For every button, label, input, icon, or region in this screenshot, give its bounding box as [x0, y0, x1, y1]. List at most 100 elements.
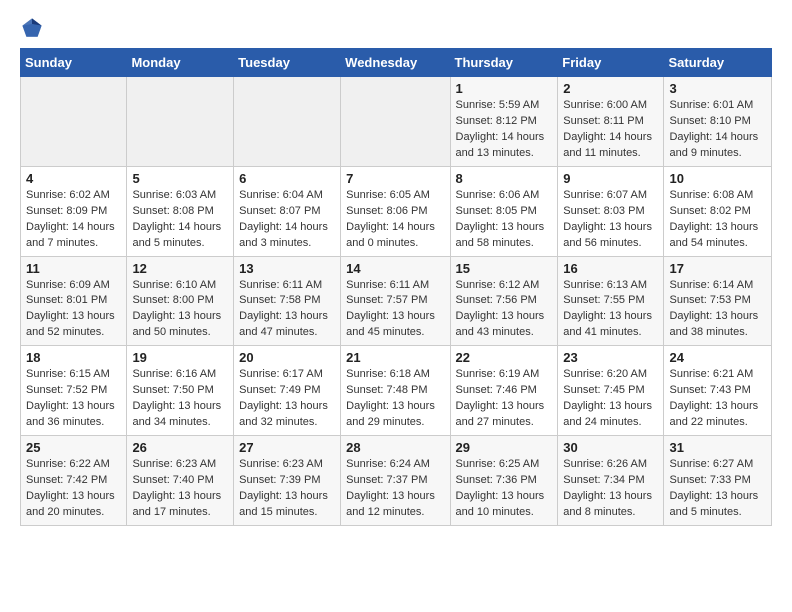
day-number: 25: [26, 440, 121, 455]
day-info-line: Daylight: 13 hours: [563, 310, 652, 322]
day-info-line: and 34 minutes.: [132, 416, 210, 428]
day-info-line: Daylight: 13 hours: [669, 221, 758, 233]
day-number: 26: [132, 440, 228, 455]
calendar-cell: 9Sunrise: 6:07 AMSunset: 8:03 PMDaylight…: [558, 166, 664, 256]
day-info-line: Sunset: 8:08 PM: [132, 205, 213, 217]
day-info-line: Daylight: 13 hours: [346, 400, 435, 412]
calendar-week-3: 11 Sunrise: 6:09 AM Sunset: 8:01 PM Dayligh…: [21, 256, 772, 346]
day-info-line: Sunset: 7:42 PM: [26, 474, 107, 486]
day-info-line: and 9 minutes.: [669, 147, 741, 159]
calendar-cell: [234, 77, 341, 167]
calendar-cell: 17Sunrise: 6:14 AMSunset: 7:53 PMDayligh…: [664, 256, 772, 346]
day-info-line: Daylight: 13 hours: [563, 400, 652, 412]
day-number: 19: [132, 350, 228, 365]
day-info-line: and 24 minutes.: [563, 416, 641, 428]
day-info-line: Sunset: 7:48 PM: [346, 384, 427, 396]
day-info: Sunrise: 6:00 AMSunset: 8:11 PMDaylight:…: [563, 98, 658, 162]
day-info-line: Sunset: 8:05 PM: [456, 205, 537, 217]
day-number: 4: [26, 171, 121, 186]
day-info-line: and 22 minutes.: [669, 416, 747, 428]
day-info-line: Sunset: 8:02 PM: [669, 205, 750, 217]
day-info-line: Sunset: 7:57 PM: [346, 294, 427, 306]
calendar-week-4: 18Sunrise: 6:15 AMSunset: 7:52 PMDayligh…: [21, 346, 772, 436]
day-info-line: and 7 minutes.: [26, 237, 98, 249]
day-number: 22: [456, 350, 553, 365]
day-number: 27: [239, 440, 335, 455]
day-number: 21: [346, 350, 444, 365]
day-number: 29: [456, 440, 553, 455]
calendar-cell: 11 Sunrise: 6:09 AM Sunset: 8:01 PM Dayligh…: [21, 256, 127, 346]
day-info: Sunrise: 6:08 AMSunset: 8:02 PMDaylight:…: [669, 188, 766, 252]
day-info-line: Sunrise: 6:21 AM: [669, 368, 753, 380]
day-info-line: and 15 minutes.: [239, 506, 317, 518]
day-info: Sunrise: 6:05 AMSunset: 8:06 PMDaylight:…: [346, 188, 444, 252]
calendar-cell: 23Sunrise: 6:20 AMSunset: 7:45 PMDayligh…: [558, 346, 664, 436]
day-info-line: Daylight: 13 hours: [669, 310, 758, 322]
day-info-line: Sunrise: 5:59 AM: [456, 99, 540, 111]
day-header-tuesday: Tuesday: [234, 49, 341, 77]
calendar-cell: 27Sunrise: 6:23 AMSunset: 7:39 PMDayligh…: [234, 436, 341, 526]
day-info-line: Daylight: 13 hours: [26, 310, 115, 322]
day-info-line: Daylight: 13 hours: [456, 490, 545, 502]
calendar-cell: 6Sunrise: 6:04 AMSunset: 8:07 PMDaylight…: [234, 166, 341, 256]
day-info-line: Daylight: 13 hours: [239, 310, 328, 322]
day-info-line: Sunset: 8:00 PM: [132, 294, 213, 306]
calendar-cell: 1Sunrise: 5:59 AMSunset: 8:12 PMDaylight…: [450, 77, 558, 167]
day-info: Sunrise: 6:18 AM Sunset: 7:48 PM Daylight:…: [346, 367, 444, 431]
day-info-line: Sunset: 7:36 PM: [456, 474, 537, 486]
day-number: 5: [132, 171, 228, 186]
day-number: 3: [669, 81, 766, 96]
day-info-line: Sunrise: 6:03 AM: [132, 189, 216, 201]
day-info-line: Sunrise: 6:12 AM: [456, 279, 540, 291]
day-number: 11: [26, 261, 121, 276]
day-number: 8: [456, 171, 553, 186]
day-info-line: Sunrise: 6:17 AM: [239, 368, 323, 380]
day-info-line: Sunrise: 6:18 AM: [346, 368, 430, 380]
calendar-week-1: 1Sunrise: 5:59 AMSunset: 8:12 PMDaylight…: [21, 77, 772, 167]
day-info-line: Daylight: 13 hours: [132, 490, 221, 502]
day-info-line: and 52 minutes.: [26, 326, 104, 338]
day-info-line: and 0 minutes.: [346, 237, 418, 249]
day-info-line: Daylight: 14 hours: [346, 221, 435, 233]
calendar-cell: 12 Sunrise: 6:10 AMSunset: 8:00 PMDayligh…: [127, 256, 234, 346]
day-info-line: and 43 minutes.: [456, 326, 534, 338]
day-info-line: Sunset: 7:58 PM: [239, 294, 320, 306]
calendar-cell: 31 Sunrise: 6:27 AMSunset: 7:33 PMDayligh…: [664, 436, 772, 526]
day-info-line: Sunrise: 6:27 AM: [669, 458, 753, 470]
calendar-cell: 7Sunrise: 6:05 AMSunset: 8:06 PMDaylight…: [341, 166, 450, 256]
day-info-line: Sunset: 8:01 PM: [26, 294, 107, 306]
day-info: Sunrise: 6:10 AMSunset: 8:00 PMDaylight:…: [132, 278, 228, 342]
day-info: Sunrise: 6:27 AMSunset: 7:33 PMDaylight:…: [669, 457, 766, 521]
day-header-monday: Monday: [127, 49, 234, 77]
day-info: Sunrise: 6:02 AMSunset: 8:09 PMDaylight:…: [26, 188, 121, 252]
day-info: Sunrise: 6:23 AMSunset: 7:40 PMDaylight:…: [132, 457, 228, 521]
day-info: Sunrise: 6:06 AMSunset: 8:05 PMDaylight:…: [456, 188, 553, 252]
day-info-line: Daylight: 14 hours: [26, 221, 115, 233]
day-info-line: Daylight: 13 hours: [26, 490, 115, 502]
day-info: Sunrise: 6:19 AMSunset: 7:46 PMDaylight:…: [456, 367, 553, 431]
day-number: 9: [563, 171, 658, 186]
calendar-cell: [127, 77, 234, 167]
day-info-line: Sunset: 7:52 PM: [26, 384, 107, 396]
day-info-line: Daylight: 13 hours: [456, 400, 545, 412]
calendar-cell: 14Sunrise: 6:11 AMSunset: 7:57 PMDayligh…: [341, 256, 450, 346]
day-info-line: and 10 minutes.: [456, 506, 534, 518]
calendar-cell: 2Sunrise: 6:00 AMSunset: 8:11 PMDaylight…: [558, 77, 664, 167]
day-number: 31: [669, 440, 766, 455]
day-info-line: Sunset: 7:46 PM: [456, 384, 537, 396]
day-info-line: and 56 minutes.: [563, 237, 641, 249]
day-info-line: Daylight: 13 hours: [26, 400, 115, 412]
day-info-line: Sunrise: 6:09 AM: [26, 279, 110, 291]
day-info: Sunrise: 6:22 AMSunset: 7:42 PMDaylight:…: [26, 457, 121, 521]
logo: [20, 16, 48, 40]
day-info-line: Daylight: 14 hours: [669, 131, 758, 143]
day-info-line: Sunrise: 6:11 AM: [239, 279, 322, 291]
calendar-cell: 5Sunrise: 6:03 AMSunset: 8:08 PMDaylight…: [127, 166, 234, 256]
day-info-line: and 29 minutes.: [346, 416, 424, 428]
day-number: 23: [563, 350, 658, 365]
day-info-line: Daylight: 13 hours: [239, 490, 328, 502]
day-info-line: and 50 minutes.: [132, 326, 210, 338]
day-number: 12: [132, 261, 228, 276]
day-number: 30: [563, 440, 658, 455]
day-info-line: and 41 minutes.: [563, 326, 641, 338]
